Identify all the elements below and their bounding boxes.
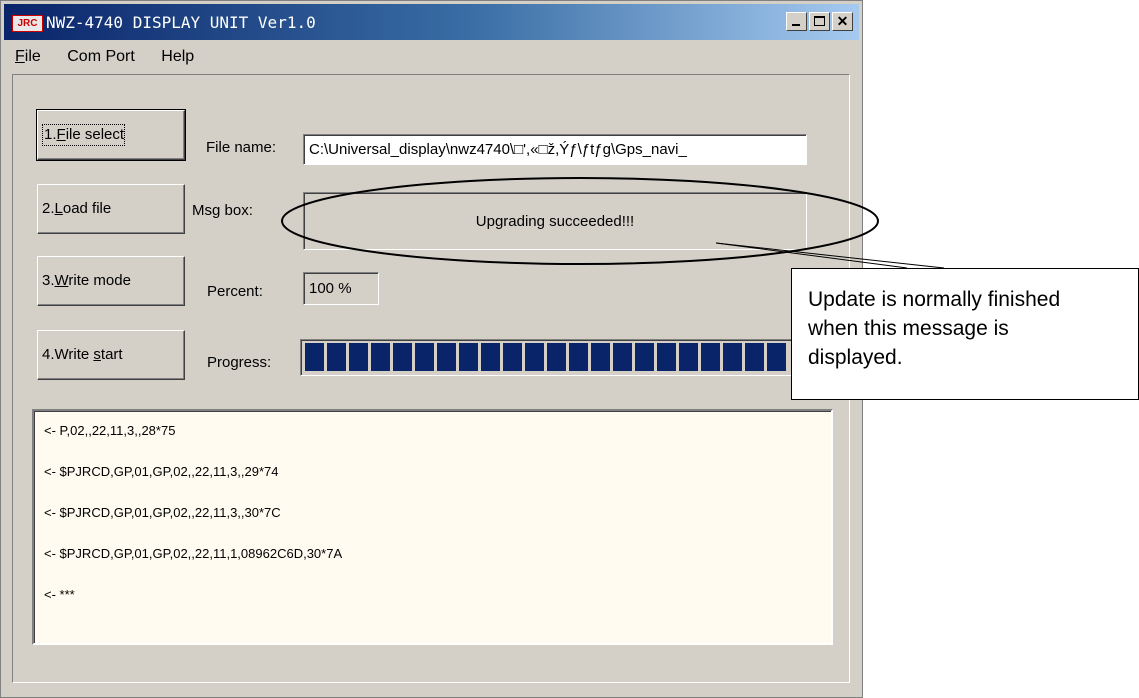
- progress-segment: [723, 343, 742, 371]
- percent-label: Percent:: [207, 283, 263, 300]
- progress-segment: [481, 343, 500, 371]
- progress-label: Progress:: [207, 354, 272, 371]
- log-line: <- ***: [44, 587, 75, 602]
- maximize-button[interactable]: [809, 12, 830, 31]
- progress-segment: [591, 343, 610, 371]
- log-line: <- $PJRCD,GP,01,GP,02,,22,11,3,,29*74: [44, 464, 279, 479]
- app-window: JRC NWZ-4740 DISPLAY UNIT Ver1.0 ✕ File …: [0, 0, 863, 698]
- jrc-logo-icon: JRC: [12, 15, 43, 32]
- menu-file-mnemonic: F: [15, 48, 25, 65]
- progress-segment: [459, 343, 478, 371]
- percent-field: 100 %: [303, 272, 379, 305]
- progress-segment: [679, 343, 698, 371]
- minimize-icon: [792, 24, 800, 26]
- title-bar[interactable]: JRC NWZ-4740 DISPLAY UNIT Ver1.0 ✕: [4, 4, 859, 40]
- progress-segment: [415, 343, 434, 371]
- menu-com-port[interactable]: Com Port: [56, 43, 146, 71]
- progress-segment: [503, 343, 522, 371]
- progress-bar: [300, 339, 808, 376]
- close-icon: ✕: [836, 13, 849, 29]
- write-mode-button[interactable]: 3.Write mode: [37, 256, 185, 306]
- progress-segment: [613, 343, 632, 371]
- menu-help[interactable]: Help: [150, 43, 205, 71]
- progress-segment: [437, 343, 456, 371]
- progress-segment: [525, 343, 544, 371]
- progress-segment: [371, 343, 390, 371]
- window-controls: ✕: [784, 12, 853, 31]
- write-start-button[interactable]: 4.Write start: [37, 330, 185, 380]
- callout-text: Update is normally finished: [808, 288, 1061, 311]
- progress-segment: [701, 343, 720, 371]
- window-title: NWZ-4740 DISPLAY UNIT Ver1.0: [46, 13, 316, 32]
- file-name-label: File name:: [206, 139, 277, 156]
- close-button[interactable]: ✕: [832, 12, 853, 31]
- progress-segment: [327, 343, 346, 371]
- msg-box-field: Upgrading succeeded!!!: [303, 192, 807, 250]
- msg-box-label: Msg box:: [192, 202, 253, 219]
- maximize-icon: [814, 16, 825, 26]
- progress-segment: [657, 343, 676, 371]
- progress-segment: [767, 343, 786, 371]
- menu-bar: File Com Port Help: [4, 43, 859, 71]
- progress-segment: [635, 343, 654, 371]
- progress-segment: [349, 343, 368, 371]
- progress-segment: [393, 343, 412, 371]
- load-file-button[interactable]: 2.Load file: [37, 184, 185, 234]
- callout-box: Update is normally finished when this me…: [791, 268, 1139, 400]
- log-line: <- P,02,,22,11,3,,28*75: [44, 423, 176, 438]
- menu-file[interactable]: File: [4, 43, 52, 71]
- menu-file-label: ile: [24, 48, 41, 65]
- log-line: <- $PJRCD,GP,01,GP,02,,22,11,1,08962C6D,…: [44, 546, 343, 561]
- main-panel: 1.File select 2.Load file 3.Write mode 4…: [12, 74, 850, 683]
- log-box[interactable]: <- P,02,,22,11,3,,28*75 <- $PJRCD,GP,01,…: [32, 409, 833, 645]
- minimize-button[interactable]: [786, 12, 807, 31]
- callout-text: displayed.: [808, 346, 903, 369]
- file-select-button[interactable]: 1.File select: [36, 109, 186, 161]
- progress-segment: [745, 343, 764, 371]
- file-name-field[interactable]: C:\Universal_display\nwz4740\□',«□ž,Ýƒ\ƒ…: [303, 134, 807, 165]
- file-select-label: 1.File select: [42, 124, 126, 146]
- progress-segment: [547, 343, 566, 371]
- progress-segment: [305, 343, 324, 371]
- progress-segment: [569, 343, 588, 371]
- callout-text: when this message is: [808, 317, 1009, 340]
- log-line: <- $PJRCD,GP,01,GP,02,,22,11,3,,30*7C: [44, 505, 281, 520]
